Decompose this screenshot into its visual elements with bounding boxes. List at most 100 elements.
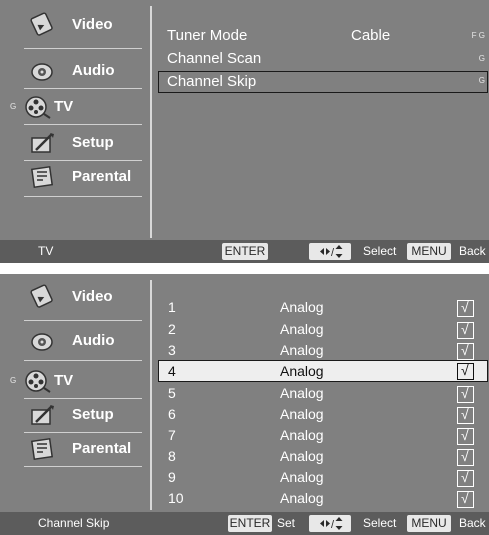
footer-location: Channel Skip [38,516,110,530]
sidebar-item-parental[interactable]: Parental [20,162,138,194]
skip-checkbox[interactable]: √ [457,299,474,317]
setup-icon [31,133,54,153]
skip-checkbox[interactable]: √ [457,490,474,508]
sidebar-divider [24,196,142,197]
select-label: Select [363,244,397,258]
skip-checkbox[interactable]: √ [457,406,474,424]
menu-key[interactable]: MENU [407,515,451,532]
sidebar-item-audio[interactable]: Audio [20,326,138,358]
enter-key[interactable]: ENTER [222,243,268,260]
sidebar-divider [24,466,142,467]
nav-arrows-key[interactable]: / [309,515,351,532]
sidebar-item-label: Video [72,288,113,305]
menu-item-channel-skip[interactable]: Channel Skip [167,73,256,90]
nav-arrows-icon: / [320,517,343,531]
menu-item-tuner-mode[interactable]: Tuner Mode [167,27,247,44]
check-mark-icon: √ [461,299,469,315]
tv-icon [25,96,51,119]
menu-key[interactable]: MENU [407,243,451,260]
channel-number: 9 [168,469,176,485]
sidebar-item-setup[interactable]: Setup [20,128,138,160]
svg-text:/: / [331,519,335,531]
check-mark-icon: √ [461,427,469,443]
sidebar-item-label: TV [54,372,74,389]
channel-type: Analog [280,490,324,506]
sidebar-item-setup[interactable]: Setup [20,400,138,432]
channel-type: Analog [280,321,324,337]
channel-type: Analog [280,427,324,443]
channel-type: Analog [280,299,324,315]
sidebar-item-label: Video [72,16,113,33]
channel-type: Analog [280,385,324,401]
menu-flag: G [478,76,485,85]
channel-type: Analog [280,342,324,358]
audio-icon [31,63,53,81]
skip-checkbox[interactable]: √ [457,448,474,466]
tv-menu-screen: Video Audio G TV Setup Parental Tuner Mo… [0,0,489,263]
sidebar-item-video[interactable]: Video [20,10,138,42]
sidebar-divider [24,160,142,161]
nav-arrows-key[interactable]: / [309,243,351,260]
sidebar-item-audio[interactable]: Audio [20,56,138,88]
setup-icon [31,405,54,425]
check-mark-icon: √ [461,385,469,401]
sidebar-divider [24,398,142,399]
sidebar-item-label: Setup [72,134,114,151]
tv-flag: G [10,376,17,385]
channel-number: 1 [168,299,176,315]
skip-checkbox[interactable]: √ [457,362,474,380]
audio-icon [31,333,53,351]
menu-flag: G [478,54,485,63]
back-label: Back [459,244,486,258]
footer-location: TV [38,244,54,258]
sidebar: Video Audio G TV Setup Parental [6,280,148,512]
tv-flag: G [10,102,17,111]
sidebar-divider [24,432,142,433]
skip-checkbox[interactable]: √ [457,342,474,360]
video-icon [30,284,53,308]
check-mark-icon: √ [461,406,469,422]
tv-icon [25,370,51,393]
check-mark-icon: √ [461,448,469,464]
channel-number: 6 [168,406,176,422]
channel-number: 5 [168,385,176,401]
sidebar-item-tv[interactable]: G TV [10,92,138,124]
sidebar-item-label: Parental [72,168,132,185]
sidebar-item-label: TV [54,98,74,115]
sidebar-item-label: Setup [72,406,114,423]
sidebar-divider [24,360,142,361]
channel-skip-screen: Video Audio G TV Setup Parental 1 Analog… [0,274,489,535]
channel-number: 2 [168,321,176,337]
check-mark-icon: √ [461,362,469,378]
footer-bar: Channel Skip ENTER Set / Select MENU Bac… [0,512,489,535]
sidebar-item-tv[interactable]: G TV [10,366,138,398]
channel-number: 3 [168,342,176,358]
sidebar-divider [24,124,142,125]
menu-item-channel-scan[interactable]: Channel Scan [167,50,261,67]
check-mark-icon: √ [461,469,469,485]
sidebar-item-label: Audio [72,62,115,79]
tuner-mode-value[interactable]: Cable [351,27,390,44]
check-mark-icon: √ [461,490,469,506]
nav-arrows-icon: / [320,245,343,259]
select-label: Select [363,516,397,530]
channel-number: 8 [168,448,176,464]
sidebar-item-parental[interactable]: Parental [20,434,138,466]
skip-checkbox[interactable]: √ [457,427,474,445]
channel-number: 4 [168,363,176,379]
panel-divider [150,6,152,238]
skip-checkbox[interactable]: √ [457,385,474,403]
skip-checkbox[interactable]: √ [457,469,474,487]
check-mark-icon: √ [461,342,469,358]
skip-checkbox[interactable]: √ [457,321,474,339]
sidebar-item-video[interactable]: Video [20,282,138,314]
sidebar-divider [24,88,142,89]
sidebar-divider [24,48,142,49]
svg-text:/: / [331,247,335,259]
video-icon [30,12,53,36]
footer-bar: TV ENTER / Select MENU Back [0,240,489,263]
menu-flag: F G [471,31,485,40]
enter-key[interactable]: ENTER [228,515,272,532]
sidebar: Video Audio G TV Setup Parental [6,6,148,238]
sidebar-divider [24,320,142,321]
